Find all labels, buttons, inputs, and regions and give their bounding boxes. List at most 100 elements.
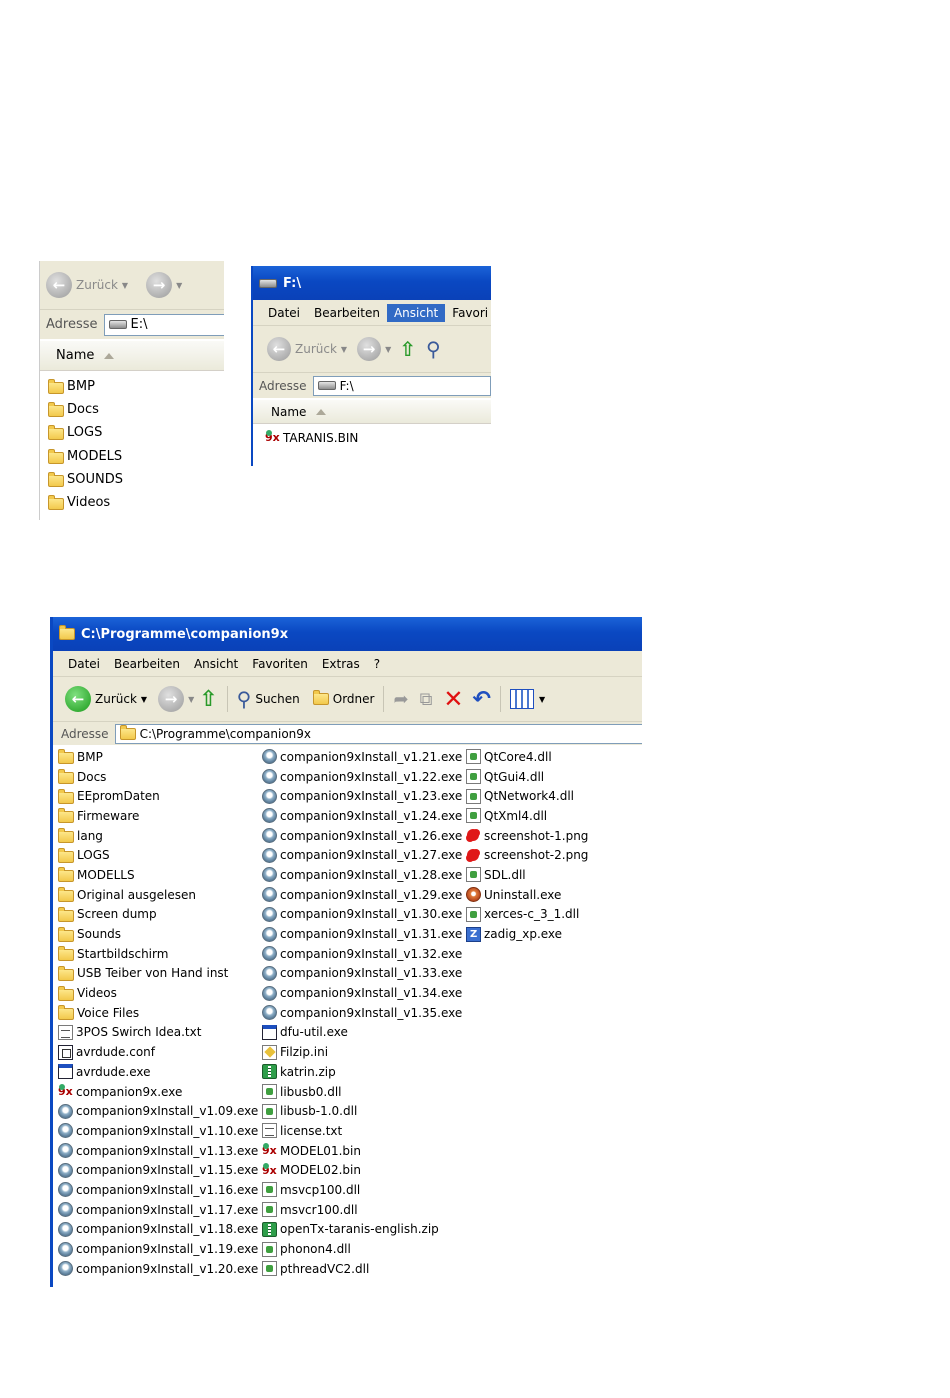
file-item[interactable]: companion9xInstall_v1.13.exe	[58, 1141, 258, 1161]
menu-favoriten[interactable]: Favori	[445, 304, 491, 322]
menu-datei[interactable]: Datei	[261, 304, 307, 322]
file-item[interactable]: avrdude.conf	[58, 1042, 258, 1062]
file-item[interactable]: 3POS Swirch Idea.txt	[58, 1023, 258, 1043]
file-item[interactable]: companion9x.exe	[58, 1082, 258, 1102]
file-item[interactable]: screenshot-1.png	[466, 826, 588, 846]
back-button[interactable]: ← Zurück ▼	[65, 686, 147, 712]
folder-item[interactable]: Sounds	[58, 924, 258, 944]
file-item[interactable]: companion9xInstall_v1.09.exe	[58, 1101, 258, 1121]
back-button[interactable]: ← Zurück ▼	[267, 337, 347, 361]
chevron-down-icon[interactable]: ▼	[176, 281, 182, 290]
folder-item[interactable]: Docs	[48, 398, 224, 421]
file-item[interactable]: companion9xInstall_v1.17.exe	[58, 1200, 258, 1220]
forward-button[interactable]: → ▼	[146, 272, 182, 298]
menu-datei[interactable]: Datei	[61, 655, 107, 673]
folder-item[interactable]: Voice Files	[58, 1003, 258, 1023]
list-item[interactable]: TARANIS.BIN	[265, 428, 491, 448]
chevron-down-icon[interactable]: ▼	[122, 281, 128, 290]
copy-to-icon[interactable]: ⧉	[420, 689, 433, 710]
file-item[interactable]: QtGui4.dll	[466, 767, 588, 787]
menu-ansicht[interactable]: Ansicht	[187, 655, 245, 673]
folder-item[interactable]: BMP	[58, 747, 258, 767]
chevron-down-icon[interactable]: ▼	[385, 345, 391, 354]
file-item[interactable]: phonon4.dll	[262, 1239, 462, 1259]
file-item[interactable]: zadig_xp.exe	[466, 924, 588, 944]
back-button[interactable]: ← Zurück ▼	[46, 272, 128, 298]
file-item[interactable]: companion9xInstall_v1.35.exe	[262, 1003, 462, 1023]
chevron-down-icon[interactable]: ▼	[141, 695, 147, 704]
file-item[interactable]: libusb-1.0.dll	[262, 1101, 462, 1121]
file-item[interactable]: companion9xInstall_v1.30.exe	[262, 905, 462, 925]
file-item[interactable]: QtNetwork4.dll	[466, 786, 588, 806]
file-item[interactable]: companion9xInstall_v1.15.exe	[58, 1160, 258, 1180]
file-item[interactable]: QtXml4.dll	[466, 806, 588, 826]
file-item[interactable]: companion9xInstall_v1.34.exe	[262, 983, 462, 1003]
menu-bearbeiten[interactable]: Bearbeiten	[307, 304, 387, 322]
folder-item[interactable]: Docs	[58, 767, 258, 787]
file-item[interactable]: openTx-taranis-english.zip	[262, 1220, 462, 1240]
address-input[interactable]: C:\Programme\companion9x	[114, 723, 642, 744]
folder-item[interactable]: Videos	[48, 491, 224, 514]
up-folder-icon[interactable]: ⇧	[199, 687, 217, 712]
file-item[interactable]: companion9xInstall_v1.28.exe	[262, 865, 462, 885]
file-item[interactable]: companion9xInstall_v1.10.exe	[58, 1121, 258, 1141]
file-item[interactable]: companion9xInstall_v1.24.exe	[262, 806, 462, 826]
file-item[interactable]: dfu-util.exe	[262, 1023, 462, 1043]
file-item[interactable]: QtCore4.dll	[466, 747, 588, 767]
title-bar[interactable]: F:\	[253, 266, 491, 300]
folder-item[interactable]: lang	[58, 826, 258, 846]
file-item[interactable]: katrin.zip	[262, 1062, 462, 1082]
column-header-name[interactable]: Name	[253, 400, 491, 424]
file-item[interactable]: companion9xInstall_v1.27.exe	[262, 845, 462, 865]
file-item[interactable]: companion9xInstall_v1.16.exe	[58, 1180, 258, 1200]
file-item[interactable]: avrdude.exe	[58, 1062, 258, 1082]
file-item[interactable]: companion9xInstall_v1.26.exe	[262, 826, 462, 846]
file-item[interactable]: companion9xInstall_v1.29.exe	[262, 885, 462, 905]
forward-button[interactable]: → ▼	[357, 337, 391, 361]
menu-ansicht[interactable]: Ansicht	[386, 303, 446, 322]
menu-extras[interactable]: Extras	[315, 655, 367, 673]
address-input[interactable]: F:\	[312, 375, 491, 396]
folder-item[interactable]: EEpromDaten	[58, 786, 258, 806]
address-input[interactable]: E:\	[103, 313, 224, 336]
chevron-down-icon[interactable]: ▼	[188, 695, 194, 704]
folder-item[interactable]: Original ausgelesen	[58, 885, 258, 905]
move-to-icon[interactable]: ➦	[393, 689, 408, 710]
folder-item[interactable]: LOGS	[58, 845, 258, 865]
file-item[interactable]: companion9xInstall_v1.31.exe	[262, 924, 462, 944]
search-button[interactable]: ⚲ Suchen	[237, 687, 300, 711]
title-bar[interactable]: C:\Programme\companion9x	[53, 617, 642, 651]
folder-item[interactable]: MODELS	[48, 445, 224, 468]
folder-item[interactable]: LOGS	[48, 421, 224, 444]
folder-item[interactable]: BMP	[48, 375, 224, 398]
file-item[interactable]: msvcp100.dll	[262, 1180, 462, 1200]
up-folder-icon[interactable]: ⇧	[399, 337, 416, 361]
menu-help[interactable]: ?	[367, 655, 387, 673]
undo-icon[interactable]: ↶	[473, 687, 491, 712]
folder-item[interactable]: Firmeware	[58, 806, 258, 826]
file-item[interactable]: MODEL02.bin	[262, 1160, 462, 1180]
column-header-name[interactable]: Name	[40, 341, 224, 371]
folder-item[interactable]: Screen dump	[58, 905, 258, 925]
views-icon[interactable]	[509, 689, 534, 709]
file-item[interactable]: companion9xInstall_v1.33.exe	[262, 964, 462, 984]
forward-button[interactable]: → ▼	[158, 686, 194, 712]
file-item[interactable]: xerces-c_3_1.dll	[466, 905, 588, 925]
folders-button[interactable]: Ordner	[312, 690, 374, 706]
folder-item[interactable]: USB Teiber von Hand inst	[58, 964, 258, 984]
menu-bearbeiten[interactable]: Bearbeiten	[107, 655, 187, 673]
folder-item[interactable]: MODELLS	[58, 865, 258, 885]
chevron-down-icon[interactable]: ▼	[341, 345, 347, 354]
folder-item[interactable]: SOUNDS	[48, 468, 224, 491]
file-item[interactable]: Filzip.ini	[262, 1042, 462, 1062]
file-item[interactable]: companion9xInstall_v1.32.exe	[262, 944, 462, 964]
delete-icon[interactable]: ✕	[443, 685, 463, 713]
file-item[interactable]: license.txt	[262, 1121, 462, 1141]
file-item[interactable]: companion9xInstall_v1.23.exe	[262, 786, 462, 806]
file-item[interactable]: pthreadVC2.dll	[262, 1259, 462, 1279]
file-item[interactable]: libusb0.dll	[262, 1082, 462, 1102]
folder-item[interactable]: Videos	[58, 983, 258, 1003]
file-item[interactable]: MODEL01.bin	[262, 1141, 462, 1161]
file-item[interactable]: companion9xInstall_v1.21.exe	[262, 747, 462, 767]
file-item[interactable]: msvcr100.dll	[262, 1200, 462, 1220]
